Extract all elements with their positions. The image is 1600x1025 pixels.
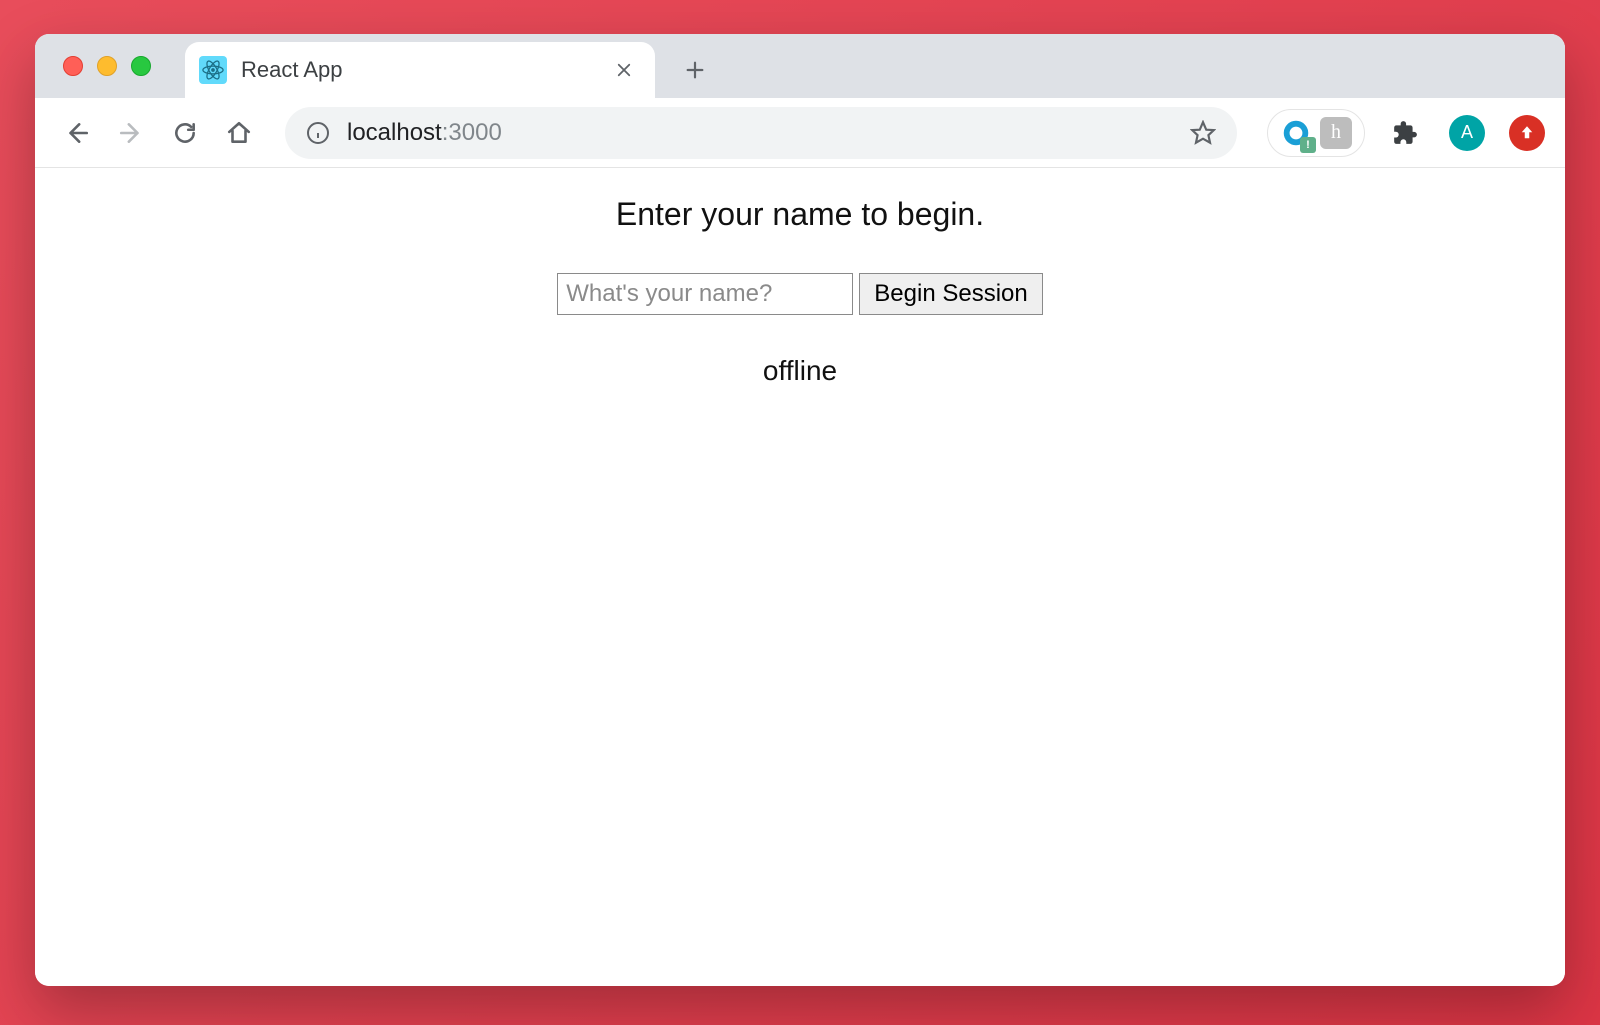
close-tab-button[interactable]	[611, 57, 637, 83]
tab-title: React App	[241, 57, 611, 83]
reload-button[interactable]	[163, 111, 207, 155]
window-minimize-button[interactable]	[97, 56, 117, 76]
url-port: :3000	[442, 119, 502, 147]
page-heading: Enter your name to begin.	[35, 196, 1565, 233]
bookmark-star-icon[interactable]	[1187, 117, 1219, 149]
name-input[interactable]	[557, 273, 853, 315]
url-host: localhost	[347, 119, 442, 147]
profile-avatar[interactable]: A	[1449, 115, 1485, 151]
home-button[interactable]	[217, 111, 261, 155]
extension-badge-icon: !	[1300, 137, 1316, 153]
site-info-icon[interactable]	[303, 118, 333, 148]
react-icon	[199, 56, 227, 84]
new-tab-button[interactable]	[673, 48, 717, 92]
browser-toolbar: localhost:3000 ! h A	[35, 98, 1565, 168]
begin-session-button[interactable]: Begin Session	[859, 273, 1042, 315]
extensions-menu-icon[interactable]	[1385, 113, 1425, 153]
browser-window: React App localhost:3000	[35, 34, 1565, 986]
page-viewport: Enter your name to begin. Begin Session …	[35, 168, 1565, 986]
window-close-button[interactable]	[63, 56, 83, 76]
back-button[interactable]	[55, 111, 99, 155]
window-fullscreen-button[interactable]	[131, 56, 151, 76]
status-text: offline	[35, 355, 1565, 387]
address-bar[interactable]: localhost:3000	[285, 107, 1237, 159]
name-form: Begin Session	[35, 273, 1565, 315]
forward-button[interactable]	[109, 111, 153, 155]
extension-item-1[interactable]: !	[1280, 117, 1312, 149]
tab-strip: React App	[35, 34, 1565, 98]
update-available-icon[interactable]	[1509, 115, 1545, 151]
window-controls	[63, 56, 151, 76]
pinned-extensions: ! h	[1267, 109, 1365, 157]
avatar-initial: A	[1461, 122, 1473, 143]
extension-item-2[interactable]: h	[1320, 117, 1352, 149]
browser-tab[interactable]: React App	[185, 42, 655, 98]
